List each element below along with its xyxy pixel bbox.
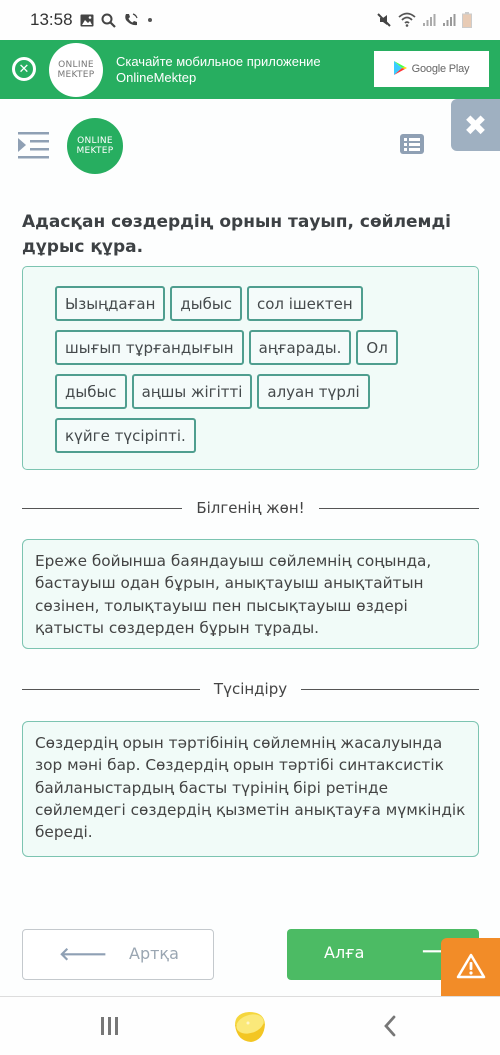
search-icon [101,13,116,28]
status-time: 13:58 [30,10,73,29]
question-title: Адасқан сөздердің орнын тауып, сөйлемді … [22,212,452,257]
word-row: шығып тұрғандығын аңғарады. Ол [55,330,478,365]
word-chip[interactable]: күйге түсіріпті. [55,418,196,453]
mute-icon [376,12,392,28]
google-play-button[interactable]: Google Play [374,51,489,87]
image-icon [80,14,94,27]
signal-icon [442,13,456,27]
home-lemon-icon[interactable] [231,1009,269,1049]
banner-logo: ONLINE MEKTEP [49,43,103,97]
word-arrangement-area: Ызыңдаған дыбыс сол ішектен шығып тұрған… [22,266,479,470]
menu-indent-icon[interactable] [18,129,50,161]
word-row: дыбыс аңшы жігітті алуан түрлі [55,374,478,409]
status-left: 13:58 [30,10,154,30]
explanation-box: Сөздердің орын тәртібінің сөйлемнің жаса… [22,721,479,857]
word-chip[interactable]: Ол [356,330,398,365]
next-label: Алға [324,943,365,962]
explanation-text: Сөздердің орын тәртібінің сөйлемнің жаса… [35,734,466,842]
word-chip[interactable]: аңшы жігітті [131,374,253,409]
google-play-icon [393,60,407,79]
recent-apps-icon[interactable] [101,1017,118,1035]
divider-line [318,507,480,509]
word-chip[interactable]: Ызыңдаған [55,286,166,321]
logo-line2: MEKTEP [57,70,95,80]
explanation-divider: Түсіндіру [22,680,480,698]
list-icon[interactable] [400,134,424,154]
hint-heading: Білгенің жөн! [196,499,305,517]
word-chip[interactable]: дыбыс [55,374,127,409]
logo-line2: MEKTEP [76,146,114,156]
report-warning-button[interactable] [441,938,500,998]
back-label: Артқа [129,944,179,963]
status-right [376,12,472,28]
warning-icon [456,952,486,984]
explanation-heading: Түсіндіру [213,680,288,698]
close-circle-icon[interactable]: ✕ [12,57,36,81]
arrow-left-icon: 🡐 [59,944,108,965]
divider-line [301,688,480,690]
word-chip[interactable]: сол ішектен [246,286,363,321]
banner-line1: Скачайте мобильное приложение [116,54,321,69]
header: ONLINE MEKTEP ✖ [0,99,500,184]
signal-icon [422,13,436,27]
app-download-banner: ✕ ONLINE MEKTEP Скачайте мобильное прило… [0,40,500,99]
hint-divider: Білгенің жөн! [22,499,480,517]
divider-line [22,507,183,509]
logo-line1: ONLINE [77,136,113,146]
word-chip[interactable]: шығып тұрғандығын [55,330,244,365]
wifi-icon [398,12,416,28]
hint-text: Ереже бойынша баяндауыш сөйлемнің соңынд… [35,552,432,637]
google-play-label: Google Play [411,63,470,75]
close-icon[interactable]: ✖ [451,99,500,151]
android-nav-bar [0,997,500,1055]
logo-line1: ONLINE [58,60,94,70]
battery-icon [462,12,472,28]
wifi-call-icon [123,12,139,28]
word-chip[interactable]: аңғарады. [248,330,352,365]
banner-text: Скачайте мобильное приложение OnlineMekt… [116,54,321,86]
status-bar: 13:58 [0,0,500,40]
back-icon[interactable] [382,1015,398,1041]
online-mektep-logo[interactable]: ONLINE MEKTEP [67,118,123,174]
banner-line2: OnlineMektep [116,70,197,85]
word-chip[interactable]: дыбыс [170,286,242,321]
back-button[interactable]: 🡐 Артқа [22,929,214,980]
dot-icon [146,16,154,24]
divider-line [22,688,200,690]
word-chip[interactable]: алуан түрлі [257,374,370,409]
word-row: Ызыңдаған дыбыс сол ішектен [55,286,478,321]
word-row: күйге түсіріпті. [55,418,478,453]
hint-box: Ереже бойынша баяндауыш сөйлемнің соңынд… [22,539,479,649]
